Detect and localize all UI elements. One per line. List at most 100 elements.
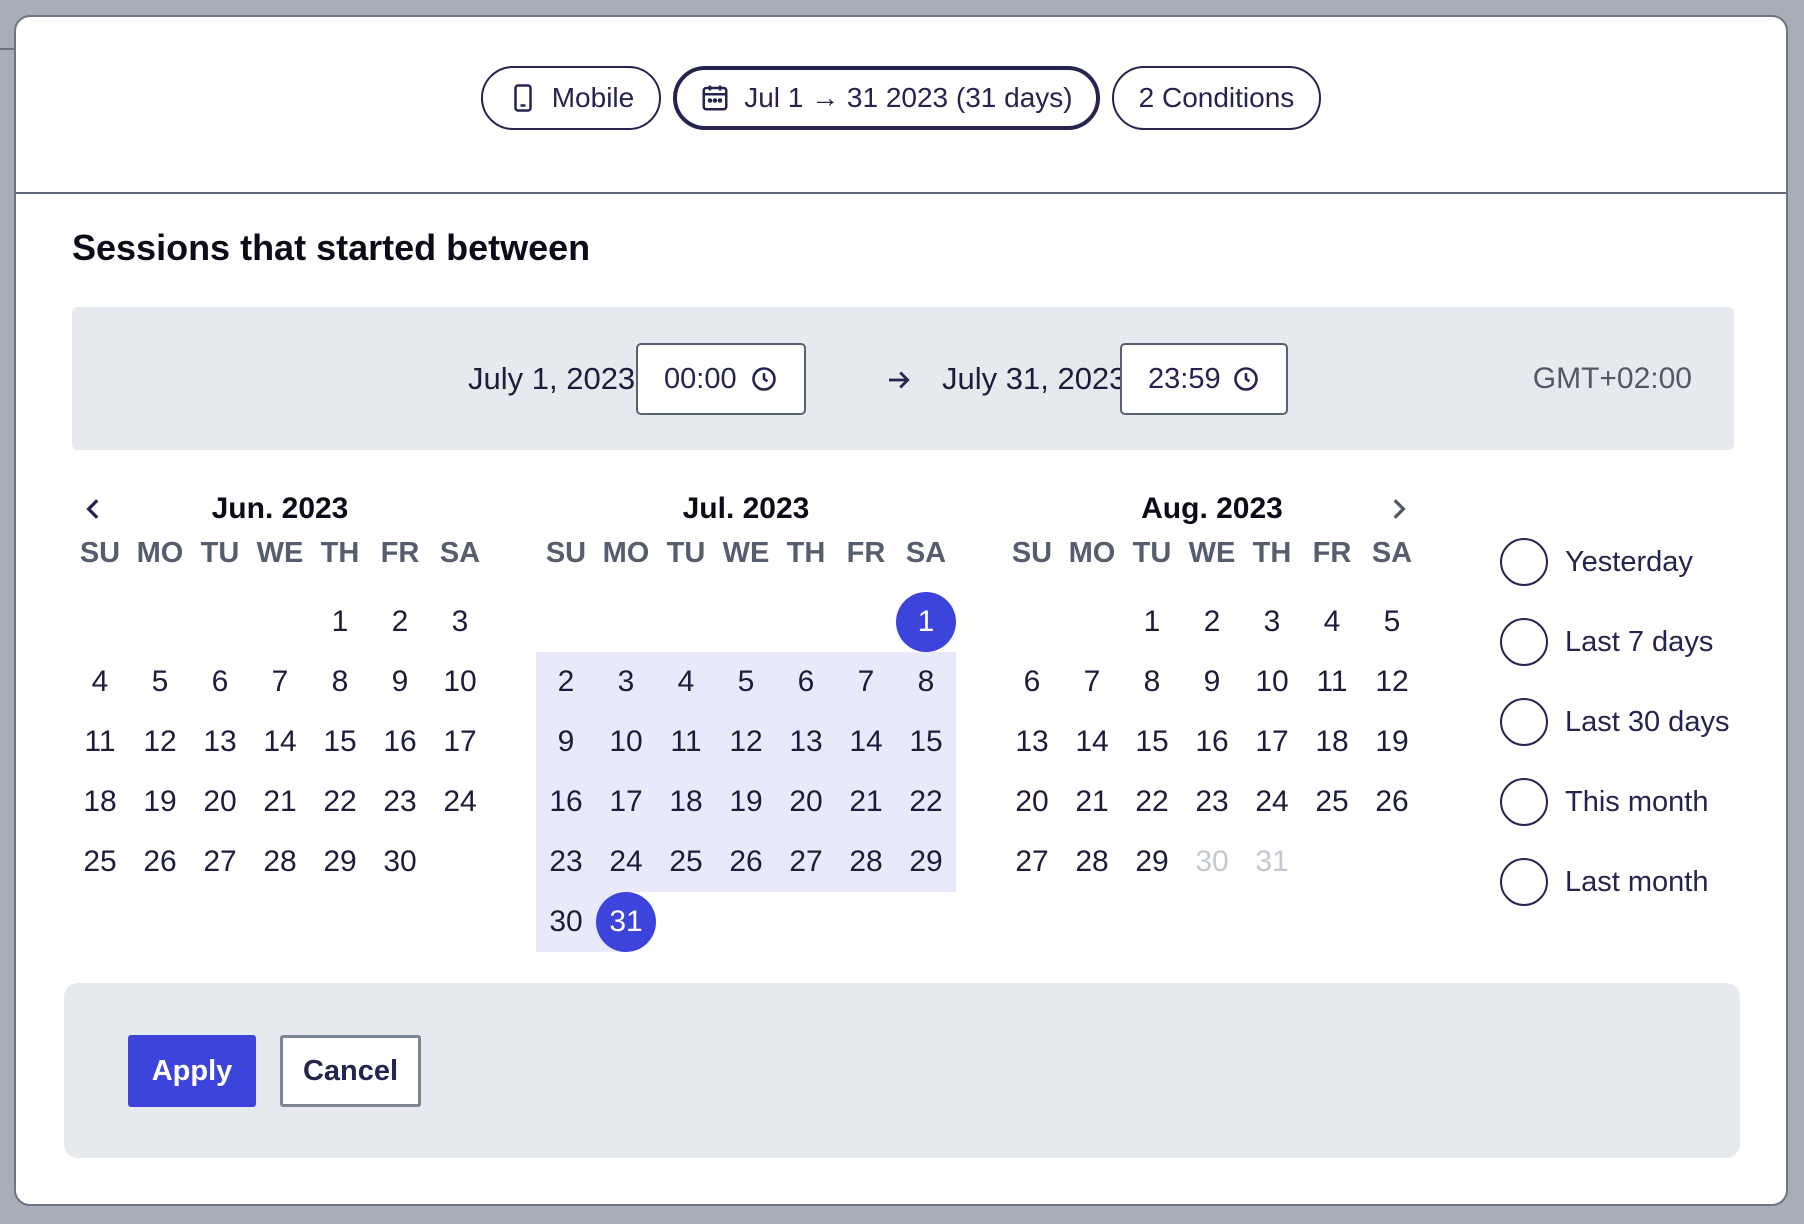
day-cell[interactable]: 4 (656, 652, 716, 712)
day-cell[interactable]: 17 (430, 712, 490, 772)
day-cell[interactable]: 28 (836, 832, 896, 892)
day-cell[interactable]: 5 (716, 652, 776, 712)
day-cell[interactable]: 9 (536, 712, 596, 772)
day-cell[interactable]: 29 (310, 832, 370, 892)
day-cell[interactable]: 4 (1302, 592, 1362, 652)
day-cell[interactable]: 24 (430, 772, 490, 832)
day-cell[interactable]: 23 (536, 832, 596, 892)
day-cell[interactable]: 9 (1182, 652, 1242, 712)
day-cell[interactable]: 7 (836, 652, 896, 712)
day-cell[interactable]: 10 (596, 712, 656, 772)
day-cell[interactable]: 20 (1002, 772, 1062, 832)
day-cell[interactable]: 15 (896, 712, 956, 772)
day-cell[interactable]: 24 (596, 832, 656, 892)
preset-yesterday[interactable]: Yesterday (1500, 522, 1729, 602)
cancel-button[interactable]: Cancel (280, 1035, 421, 1107)
day-cell[interactable]: 5 (130, 652, 190, 712)
day-cell[interactable]: 25 (1302, 772, 1362, 832)
day-cell[interactable]: 4 (70, 652, 130, 712)
day-cell[interactable]: 25 (70, 832, 130, 892)
day-cell[interactable]: 30 (536, 892, 596, 952)
day-cell[interactable]: 21 (1062, 772, 1122, 832)
device-filter-pill[interactable]: Mobile (480, 66, 662, 130)
day-cell[interactable]: 6 (190, 652, 250, 712)
day-cell[interactable]: 13 (190, 712, 250, 772)
day-cell[interactable]: 7 (1062, 652, 1122, 712)
day-cell[interactable]: 23 (370, 772, 430, 832)
radio-button[interactable] (1500, 858, 1548, 906)
day-cell[interactable]: 23 (1182, 772, 1242, 832)
day-cell[interactable]: 9 (370, 652, 430, 712)
day-cell[interactable]: 19 (716, 772, 776, 832)
day-cell[interactable]: 21 (836, 772, 896, 832)
day-cell[interactable]: 28 (250, 832, 310, 892)
preset-last-30-days[interactable]: Last 30 days (1500, 682, 1729, 762)
day-cell[interactable]: 12 (1362, 652, 1422, 712)
day-cell[interactable]: 13 (1002, 712, 1062, 772)
day-cell[interactable]: 28 (1062, 832, 1122, 892)
day-cell[interactable]: 12 (716, 712, 776, 772)
day-cell[interactable]: 27 (190, 832, 250, 892)
day-cell[interactable]: 26 (130, 832, 190, 892)
day-cell[interactable]: 29 (896, 832, 956, 892)
day-cell[interactable]: 11 (70, 712, 130, 772)
preset-this-month[interactable]: This month (1500, 762, 1729, 842)
day-cell[interactable]: 10 (430, 652, 490, 712)
day-cell[interactable]: 18 (70, 772, 130, 832)
day-cell[interactable]: 16 (370, 712, 430, 772)
day-cell[interactable]: 27 (776, 832, 836, 892)
day-cell[interactable]: 26 (1362, 772, 1422, 832)
day-cell[interactable]: 22 (896, 772, 956, 832)
day-cell[interactable]: 8 (1122, 652, 1182, 712)
day-cell[interactable]: 10 (1242, 652, 1302, 712)
day-cell[interactable]: 17 (596, 772, 656, 832)
day-cell[interactable]: 26 (716, 832, 776, 892)
day-cell[interactable]: 1 (1122, 592, 1182, 652)
day-cell[interactable]: 2 (370, 592, 430, 652)
day-cell[interactable]: 11 (1302, 652, 1362, 712)
day-cell[interactable]: 3 (430, 592, 490, 652)
radio-button[interactable] (1500, 618, 1548, 666)
day-cell[interactable]: 6 (776, 652, 836, 712)
day-cell[interactable]: 22 (310, 772, 370, 832)
day-cell[interactable]: 27 (1002, 832, 1062, 892)
day-cell[interactable]: 18 (656, 772, 716, 832)
day-cell[interactable]: 2 (536, 652, 596, 712)
day-cell[interactable]: 1 (310, 592, 370, 652)
day-cell[interactable]: 30 (370, 832, 430, 892)
day-cell[interactable]: 18 (1302, 712, 1362, 772)
day-cell[interactable]: 30 (1182, 832, 1242, 892)
apply-button[interactable]: Apply (128, 1035, 256, 1107)
day-cell[interactable]: 3 (596, 652, 656, 712)
day-cell[interactable]: 22 (1122, 772, 1182, 832)
day-cell[interactable]: 15 (1122, 712, 1182, 772)
day-cell[interactable]: 29 (1122, 832, 1182, 892)
day-cell[interactable]: 21 (250, 772, 310, 832)
day-cell[interactable]: 12 (130, 712, 190, 772)
day-cell[interactable]: 31 (1242, 832, 1302, 892)
day-cell[interactable]: 31 (596, 892, 656, 952)
day-cell[interactable]: 8 (896, 652, 956, 712)
day-cell[interactable]: 20 (190, 772, 250, 832)
day-cell[interactable]: 14 (1062, 712, 1122, 772)
day-cell[interactable]: 17 (1242, 712, 1302, 772)
day-cell[interactable]: 25 (656, 832, 716, 892)
day-cell[interactable]: 11 (656, 712, 716, 772)
conditions-filter-pill[interactable]: 2 Conditions (1111, 66, 1322, 130)
day-cell[interactable]: 13 (776, 712, 836, 772)
start-time-input[interactable]: 00:00 (636, 343, 806, 415)
day-cell[interactable]: 24 (1242, 772, 1302, 832)
day-cell[interactable]: 8 (310, 652, 370, 712)
radio-button[interactable] (1500, 778, 1548, 826)
day-cell[interactable]: 20 (776, 772, 836, 832)
radio-button[interactable] (1500, 538, 1548, 586)
day-cell[interactable]: 7 (250, 652, 310, 712)
day-cell[interactable]: 19 (1362, 712, 1422, 772)
day-cell[interactable]: 15 (310, 712, 370, 772)
end-time-input[interactable]: 23:59 (1120, 343, 1288, 415)
day-cell[interactable]: 5 (1362, 592, 1422, 652)
day-cell[interactable]: 14 (250, 712, 310, 772)
preset-last-7-days[interactable]: Last 7 days (1500, 602, 1729, 682)
radio-button[interactable] (1500, 698, 1548, 746)
day-cell[interactable]: 6 (1002, 652, 1062, 712)
